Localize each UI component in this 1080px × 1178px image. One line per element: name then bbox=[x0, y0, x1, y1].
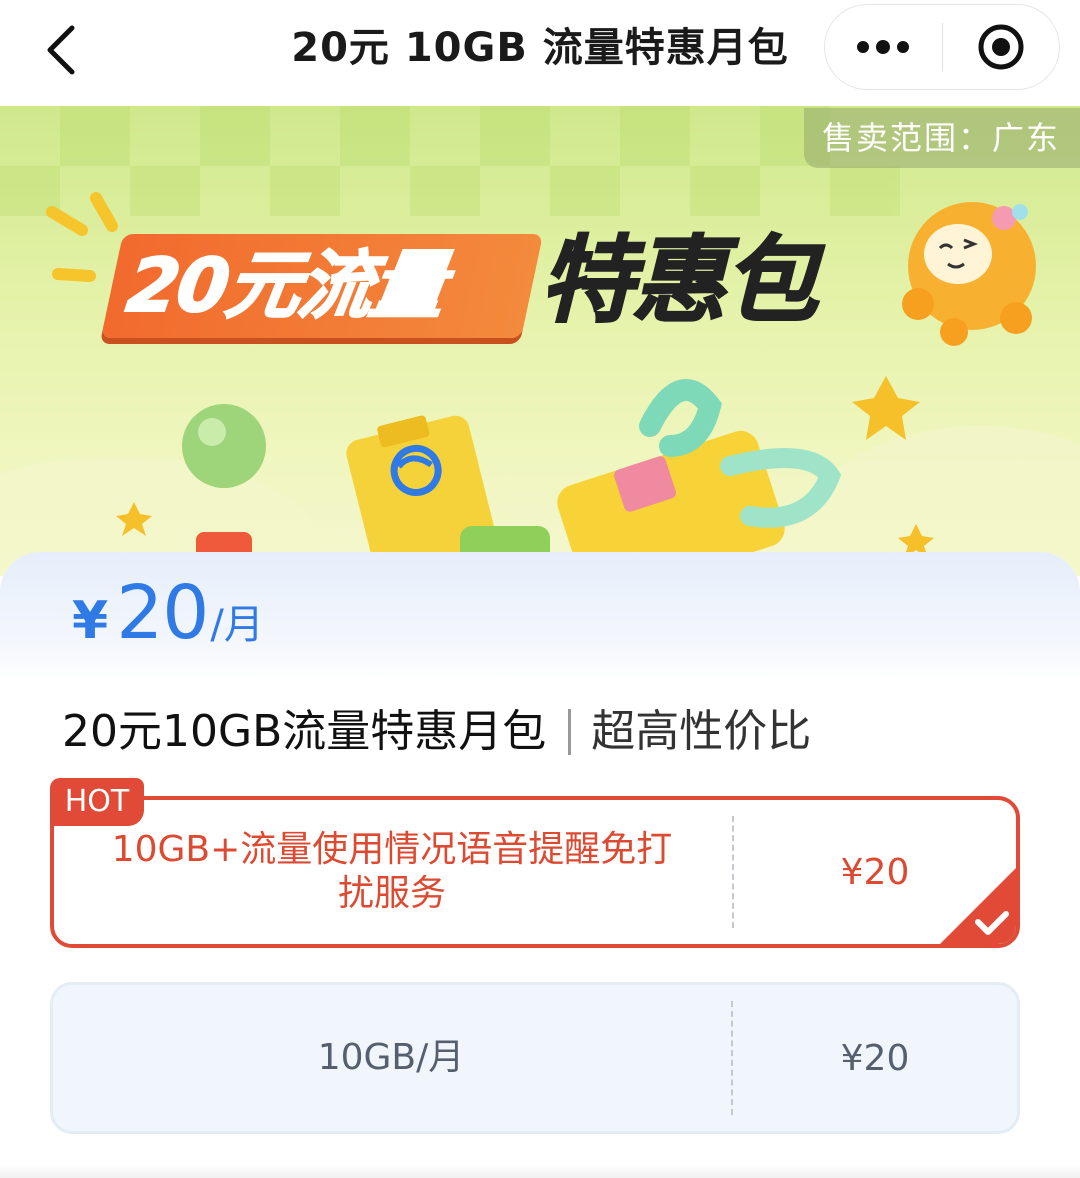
banner-title-main: 特惠包 bbox=[539, 226, 819, 337]
banner-title-highlight-box: 20元流量 bbox=[100, 234, 544, 338]
back-button[interactable] bbox=[30, 18, 94, 82]
plan-tagline: 超高性价比 bbox=[591, 706, 812, 757]
plan-title-divider bbox=[568, 709, 572, 755]
plan-title-row: 20元10GB流量特惠月包 超高性价比 bbox=[62, 702, 811, 762]
checkmark-icon bbox=[940, 868, 1016, 944]
page-title: 20元 10GB 流量特惠月包 bbox=[291, 25, 789, 71]
package-option-selected[interactable]: 10GB+流量使用情况语音提醒免打扰服务 ¥20 bbox=[50, 796, 1020, 948]
price-unit: /月 bbox=[210, 602, 264, 648]
chevron-left-icon bbox=[47, 25, 75, 75]
price-display: ¥ 20 /月 bbox=[72, 570, 264, 656]
banner-illustration bbox=[0, 106, 1080, 576]
target-circle-icon bbox=[978, 24, 1024, 70]
close-button[interactable] bbox=[943, 5, 1060, 89]
more-dots-icon bbox=[857, 40, 910, 54]
option-description: 10GB/月 bbox=[317, 1037, 465, 1078]
hot-badge: HOT bbox=[50, 778, 144, 826]
package-option[interactable]: 10GB/月 ¥20 bbox=[50, 982, 1020, 1134]
promo-banner: 售卖范围：广东 20元流量 特惠包 bbox=[0, 106, 1080, 576]
region-badge: 售卖范围：广东 bbox=[803, 108, 1080, 168]
more-button[interactable] bbox=[825, 5, 942, 89]
package-card: ¥ 20 /月 20元10GB流量特惠月包 超高性价比 HOT 10GB+流量使… bbox=[0, 552, 1080, 1178]
card-bottom-edge bbox=[0, 1164, 1080, 1178]
option-description: 10GB+流量使用情况语音提醒免打扰服务 bbox=[111, 829, 673, 914]
banner-title-highlight: 20元流量 bbox=[121, 242, 450, 330]
option-price: ¥20 bbox=[840, 1037, 910, 1079]
navigation-bar: 20元 10GB 流量特惠月包 bbox=[0, 0, 1080, 106]
price-amount: 20 bbox=[116, 570, 209, 656]
currency-symbol: ¥ bbox=[72, 591, 109, 651]
mini-program-capsule bbox=[824, 4, 1060, 90]
plan-name: 20元10GB流量特惠月包 bbox=[62, 706, 547, 757]
